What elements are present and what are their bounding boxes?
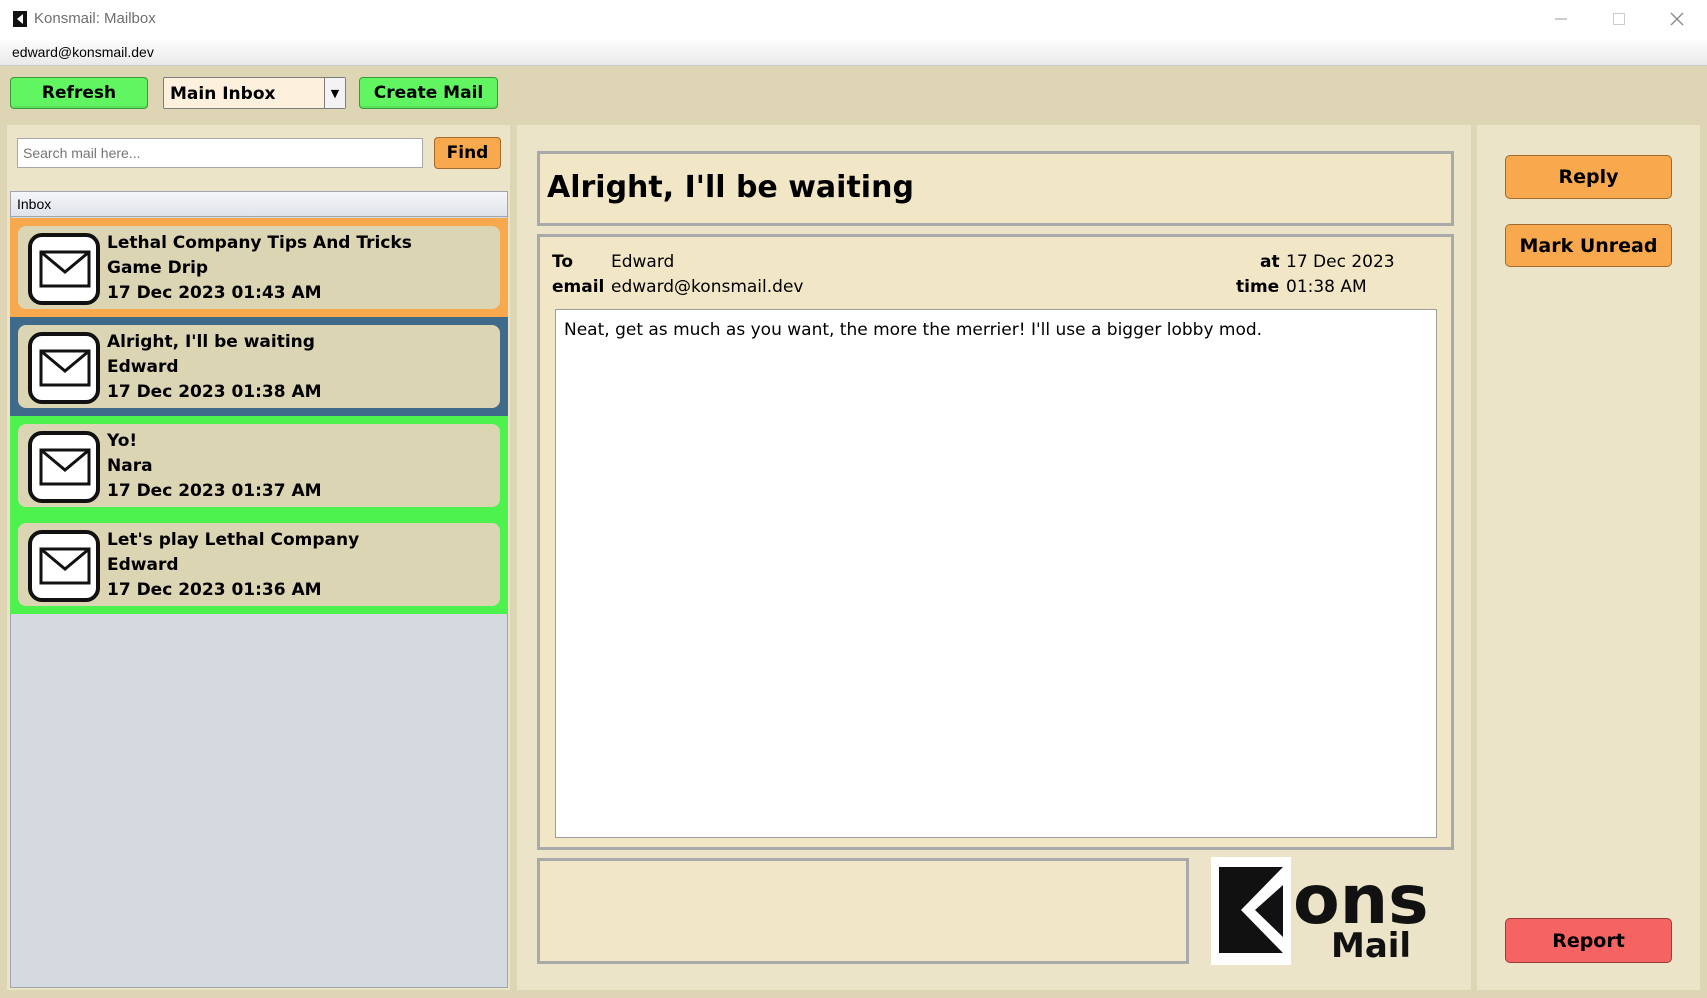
mail-item[interactable]: Yo! Nara 17 Dec 2023 01:37 AM xyxy=(10,416,508,515)
envelope-icon xyxy=(28,530,100,602)
window-title: Konsmail: Mailbox xyxy=(34,10,156,27)
mail-date: 17 Dec 2023 01:37 AM xyxy=(107,481,322,501)
mail-sender: Game Drip xyxy=(107,258,209,278)
mail-item[interactable]: Lethal Company Tips And Tricks Game Drip… xyxy=(10,218,508,317)
close-button[interactable] xyxy=(1648,0,1706,38)
mail-subject: Yo! xyxy=(107,431,138,451)
envelope-icon xyxy=(28,431,100,503)
envelope-icon xyxy=(28,233,100,305)
message-subject: Alright, I'll be waiting xyxy=(547,170,914,205)
refresh-button[interactable]: Refresh xyxy=(10,77,148,109)
close-icon xyxy=(1670,12,1684,26)
time-label: time xyxy=(1236,277,1280,297)
minimize-button[interactable] xyxy=(1532,0,1590,38)
mail-date: 17 Dec 2023 01:36 AM xyxy=(107,580,322,600)
mail-sender: Edward xyxy=(107,357,179,377)
to-label: To xyxy=(552,252,574,272)
mail-card[interactable]: Let's play Lethal Company Edward 17 Dec … xyxy=(18,523,500,606)
mail-list-header: Inbox xyxy=(10,191,508,217)
account-email: edward@konsmail.dev xyxy=(12,44,154,60)
mail-subject: Lethal Company Tips And Tricks xyxy=(107,233,412,253)
maximize-button[interactable] xyxy=(1590,0,1648,38)
at-label: at xyxy=(1260,252,1280,272)
email-label: email xyxy=(552,277,605,297)
mail-subject: Alright, I'll be waiting xyxy=(107,332,315,352)
mark-unread-button[interactable]: Mark Unread xyxy=(1505,224,1672,267)
mailbox-dropdown-value: Main Inbox xyxy=(170,84,276,104)
to-value: Edward xyxy=(611,252,675,272)
envelope-icon xyxy=(28,332,100,404)
logo-text-mail: Mail xyxy=(1331,926,1411,965)
mail-date: 17 Dec 2023 01:43 AM xyxy=(107,283,322,303)
search-input[interactable] xyxy=(17,138,423,168)
mailbox-dropdown[interactable]: Main Inbox ▼ xyxy=(163,77,346,109)
minimize-icon xyxy=(1555,18,1567,20)
email-value: edward@konsmail.dev xyxy=(611,277,804,297)
konsmail-logo: ons Mail xyxy=(1211,857,1454,966)
time-value: 01:38 AM xyxy=(1286,277,1367,297)
find-button[interactable]: Find xyxy=(434,137,501,169)
mail-subject: Let's play Lethal Company xyxy=(107,530,360,550)
mail-date: 17 Dec 2023 01:38 AM xyxy=(107,382,322,402)
mail-card[interactable]: Yo! Nara 17 Dec 2023 01:37 AM xyxy=(18,424,500,507)
title-bar xyxy=(0,0,1707,38)
maximize-icon xyxy=(1613,13,1625,25)
reply-button[interactable]: Reply xyxy=(1505,155,1672,199)
app-logo-icon xyxy=(13,11,27,27)
create-mail-button[interactable]: Create Mail xyxy=(359,77,498,109)
mail-sender: Edward xyxy=(107,555,179,575)
date-value: 17 Dec 2023 xyxy=(1286,252,1395,272)
account-bar xyxy=(0,38,1707,66)
message-body[interactable]: Neat, get as much as you want, the more … xyxy=(555,309,1437,838)
attachment-box[interactable] xyxy=(537,858,1189,964)
mail-sender: Nara xyxy=(107,456,153,476)
report-button[interactable]: Report xyxy=(1505,918,1672,963)
mail-item[interactable]: Alright, I'll be waiting Edward 17 Dec 2… xyxy=(10,317,508,416)
chevron-down-icon[interactable]: ▼ xyxy=(324,78,345,108)
mail-card[interactable]: Alright, I'll be waiting Edward 17 Dec 2… xyxy=(18,325,500,408)
mail-item[interactable]: Let's play Lethal Company Edward 17 Dec … xyxy=(10,515,508,614)
mail-card[interactable]: Lethal Company Tips And Tricks Game Drip… xyxy=(18,226,500,309)
